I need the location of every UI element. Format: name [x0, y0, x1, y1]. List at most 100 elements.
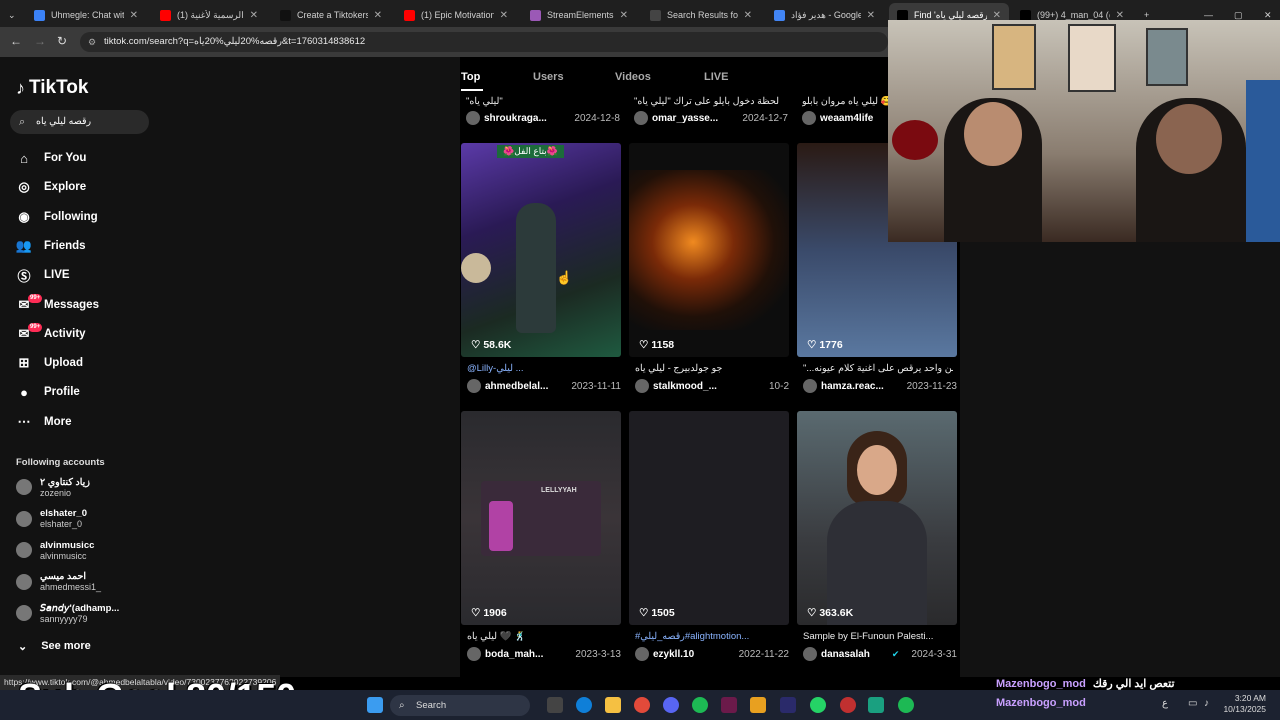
tab-videos[interactable]: Videos [615, 71, 651, 83]
video-thumbnail[interactable]: ♡ 1505 [629, 411, 789, 625]
app-icon[interactable] [840, 697, 856, 713]
video-description[interactable]: ليلي ياه 🖤 🕺 [467, 631, 617, 642]
nav-live[interactable]: Ⓢ LIVE [16, 265, 69, 285]
nav-following[interactable]: ◉ Following [16, 207, 97, 227]
video-description[interactable]: @Lilly-ليلي ... [467, 363, 617, 374]
network-icon[interactable]: ▭ [1188, 698, 1197, 709]
tab-list-button[interactable]: ⌄ [0, 3, 24, 27]
browser-tab[interactable]: هدير فؤاد - Google Search ✕ [766, 3, 883, 27]
app-icon[interactable] [750, 697, 766, 713]
browser-tab[interactable]: (1) Epic Motivational ✕ [396, 3, 516, 27]
see-more-button[interactable]: ⌄ See more [18, 640, 91, 653]
forward-icon[interactable]: → [34, 34, 46, 48]
chrome-icon[interactable] [634, 697, 650, 713]
tab-close-icon[interactable]: ✕ [500, 10, 508, 21]
notification-badge: 99+ [28, 322, 43, 332]
video-author-row[interactable]: shroukraga... 2024-12-8 [466, 111, 620, 125]
roses [892, 120, 938, 160]
tiktok-logo[interactable]: ♪ TikTok [16, 77, 88, 99]
back-icon[interactable]: ← [10, 34, 22, 48]
video-description[interactable]: جو جولدبيرج - ليلي ياه [635, 363, 785, 374]
video-author-row[interactable]: ezykll.10 2022-11-22 [635, 647, 789, 661]
fire-scene [629, 170, 789, 330]
video-thumbnail[interactable]: 🌺بتاع الفل🌺 ♡ 58.6K [461, 143, 621, 357]
browser-tab[interactable]: StreamElements | Sub ✕ [522, 3, 636, 27]
app-icon[interactable] [721, 697, 737, 713]
following-account[interactable]: elshater_0 elshater_0 [16, 505, 87, 533]
nav-profile[interactable]: ● Profile [16, 382, 80, 402]
tab-users[interactable]: Users [533, 71, 564, 83]
spotify-icon[interactable] [898, 697, 914, 713]
tab-close-icon[interactable]: ✕ [1116, 10, 1124, 21]
task-view-icon[interactable] [547, 697, 563, 713]
reload-icon[interactable]: ↻ [57, 34, 67, 48]
video-description[interactable]: "...ثمن واحد يرقص على اغنية كلام عيونه [803, 363, 953, 374]
wall-poster [1146, 28, 1188, 86]
tab-close-icon[interactable]: ✕ [744, 10, 752, 21]
windows-start-icon[interactable] [367, 697, 383, 713]
browser-tab[interactable]: Search Results for 'a ✕ [642, 3, 760, 27]
nav-more[interactable]: ⋯ More [16, 412, 72, 432]
taskbar-search[interactable]: ⌕ Search [390, 695, 530, 716]
nav-explore[interactable]: ◎ Explore [16, 177, 86, 197]
tab-close-icon[interactable]: ✕ [993, 10, 1001, 21]
video-author-row[interactable]: ahmedbelal... 2023-11-11 [467, 379, 621, 393]
video-description[interactable]: Sample by El-Funoun Palesti... [803, 631, 953, 642]
volume-icon[interactable]: ♪ [1204, 698, 1209, 709]
video-thumbnail[interactable]: ♡ 363.6K [797, 411, 957, 625]
app-icon[interactable] [868, 697, 884, 713]
video-author-row[interactable]: hamza.reac... 2023-11-23 [803, 379, 957, 393]
following-heading: Following accounts [16, 457, 105, 468]
account-name: زياد كنتاوي ٢ [40, 476, 90, 488]
nav-messages[interactable]: ✉ 99+ Messages [16, 293, 99, 315]
clock-time[interactable]: 3:20 AM [1226, 693, 1266, 703]
video-author-row[interactable]: omar_yasse... 2024-12-7 [634, 111, 788, 125]
tab-live[interactable]: LIVE [704, 71, 728, 83]
gaming-chair [1246, 80, 1280, 242]
tab-close-icon[interactable]: ✕ [130, 10, 138, 21]
spotify-icon[interactable] [692, 697, 708, 713]
nav-activity[interactable]: ✉ 99+ Activity [16, 322, 86, 344]
post-date: 2024-12-8 [574, 112, 620, 124]
video-description[interactable]: "ليلي ياه" [466, 96, 616, 107]
nav-upload[interactable]: ⊞ Upload [16, 353, 83, 373]
video-thumbnail[interactable]: LELLYYAH ♡ 1906 [461, 411, 621, 625]
following-account[interactable]: 𝘚𝘢𝘯𝘥𝘺'(adhamp... sannyyyy79 [16, 599, 119, 627]
tambourine [461, 253, 491, 283]
whatsapp-icon[interactable] [810, 697, 826, 713]
tab-favicon [160, 9, 171, 21]
browser-tab[interactable]: (1) الأغنية الرسمية لأغنية ✕ [152, 3, 266, 27]
discord-icon[interactable] [663, 697, 679, 713]
tab-close-icon[interactable]: ✕ [250, 10, 258, 21]
search-input[interactable]: ⌕ رقصه ليلي ياه [10, 110, 149, 134]
following-account[interactable]: زياد كنتاوي ٢ zozenio [16, 473, 90, 501]
tab-top[interactable]: Top [461, 71, 480, 83]
following-account[interactable]: احمد ميسي ahmedmessi1_ [16, 568, 101, 596]
file-explorer-icon[interactable] [605, 697, 621, 713]
video-description[interactable]: "لحظة دخول بايلو على تراك "ليلي ياه [634, 96, 784, 107]
browser-tab[interactable]: Uhmegle: Chat with S ✕ [26, 3, 146, 27]
premiere-icon[interactable] [780, 697, 796, 713]
tab-close-icon[interactable]: ✕ [867, 10, 875, 21]
search-icon: ⌕ [399, 700, 405, 711]
tab-favicon [1020, 9, 1031, 21]
browser-tab[interactable]: Create a Tiktokers Ti ✕ [272, 3, 390, 27]
video-description[interactable]: #رقصه_ليلي#alightmotion... [635, 631, 785, 642]
nav-for-you[interactable]: ⌂ For You [16, 148, 86, 168]
tab-close-icon[interactable]: ✕ [620, 10, 628, 21]
video-author-row[interactable]: danasalah ✔ 2024-3-31 [803, 647, 957, 661]
site-info-icon[interactable]: ⚙ [88, 32, 96, 52]
clock-date[interactable]: 10/13/2025 [1220, 704, 1266, 714]
video-author-row[interactable]: boda_mah... 2023-3-13 [467, 647, 621, 661]
tab-favicon [34, 9, 45, 21]
video-author-row[interactable]: stalkmood_... 10-2 [635, 379, 789, 393]
nav-friends[interactable]: 👥 Friends [16, 236, 86, 256]
edge-icon[interactable] [576, 697, 592, 713]
url-field[interactable]: ⚙ tiktok.com/search?q=رقصه%20ليلي%20ياه&… [80, 32, 888, 52]
language-indicator[interactable]: ع [1162, 698, 1168, 709]
tab-close-icon[interactable]: ✕ [374, 10, 382, 21]
following-account[interactable]: alvinmusicc alvinmusicc [16, 536, 94, 564]
video-thumbnail[interactable]: ♡ 1158 [629, 143, 789, 357]
tab-title: (1) الأغنية الرسمية لأغنية [177, 9, 244, 20]
avatar [803, 379, 817, 393]
